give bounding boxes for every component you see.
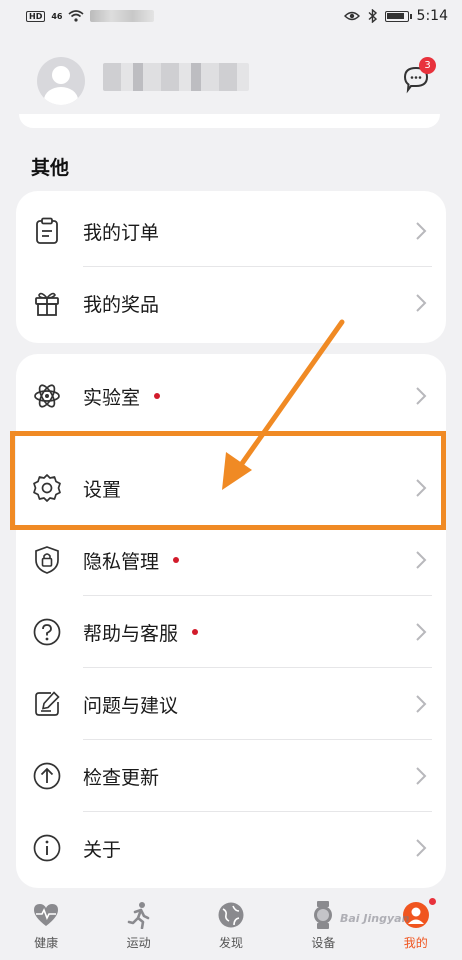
menu-item-lab[interactable]: 实验室 bbox=[16, 360, 446, 432]
nav-label: 我的 bbox=[403, 936, 428, 950]
health-icon bbox=[31, 900, 61, 930]
new-dot-indicator bbox=[154, 393, 161, 399]
running-icon bbox=[124, 900, 154, 930]
nav-label: 健康 bbox=[34, 936, 59, 950]
clock: 5:14 bbox=[416, 8, 448, 24]
menu-item-prizes[interactable]: 我的奖品 bbox=[16, 267, 446, 339]
bluetooth-icon bbox=[368, 9, 377, 23]
gift-icon bbox=[31, 287, 63, 319]
nav-tab-discover[interactable]: 发现 bbox=[186, 892, 276, 960]
new-dot-indicator bbox=[173, 557, 180, 563]
watch-icon bbox=[308, 900, 338, 930]
menu-card-orders: 我的订单 我的奖品 bbox=[16, 191, 446, 343]
menu-item-label: 隐私管理 bbox=[83, 547, 180, 574]
menu-item-privacy[interactable]: 隐私管理 bbox=[16, 524, 446, 596]
profile-header[interactable] bbox=[0, 48, 462, 118]
chevron-right-icon bbox=[416, 839, 427, 857]
menu-item-label: 实验室 bbox=[83, 383, 161, 410]
signal-icon: 46 bbox=[51, 11, 63, 21]
menu-item-help[interactable]: 帮助与客服 bbox=[16, 596, 446, 668]
message-badge: 3 bbox=[419, 57, 436, 74]
menu-item-label: 我的订单 bbox=[83, 221, 160, 244]
nav-tab-devices[interactable]: 设备 bbox=[278, 892, 368, 960]
chevron-right-icon bbox=[416, 387, 427, 405]
menu-item-label: 检查更新 bbox=[83, 766, 160, 789]
chevron-right-icon bbox=[416, 294, 427, 312]
menu-item-label: 帮助与客服 bbox=[83, 619, 199, 646]
eye-icon bbox=[343, 11, 360, 21]
help-icon bbox=[31, 616, 63, 648]
privacy-lock-icon bbox=[31, 544, 63, 576]
avatar[interactable] bbox=[37, 57, 85, 105]
discover-icon bbox=[216, 900, 246, 930]
section-title: 其他 bbox=[31, 157, 70, 179]
menu-item-feedback[interactable]: 问题与建议 bbox=[16, 668, 446, 740]
menu-item-update[interactable]: 检查更新 bbox=[16, 740, 446, 812]
menu-item-label: 问题与建议 bbox=[83, 694, 179, 717]
nav-label: 运动 bbox=[126, 936, 151, 950]
hd-indicator: HD bbox=[26, 10, 46, 22]
battery-icon bbox=[384, 10, 412, 22]
username-blurred[interactable] bbox=[103, 63, 249, 91]
status-bar: HD 46 5:14 bbox=[0, 0, 462, 32]
info-icon bbox=[31, 832, 63, 864]
menu-item-orders[interactable]: 我的订单 bbox=[16, 195, 446, 267]
nav-tab-sport[interactable]: 运动 bbox=[94, 892, 184, 960]
update-icon bbox=[31, 760, 63, 792]
chevron-right-icon bbox=[416, 222, 427, 240]
nav-label: 发现 bbox=[218, 936, 243, 950]
clipboard-icon bbox=[31, 215, 63, 247]
menu-item-about[interactable]: 关于 bbox=[16, 812, 446, 884]
chevron-right-icon bbox=[416, 623, 427, 641]
new-dot-indicator bbox=[192, 629, 199, 635]
nav-tab-health[interactable]: 健康 bbox=[1, 892, 91, 960]
carrier-blurred bbox=[90, 10, 155, 22]
wifi-icon bbox=[68, 10, 85, 22]
notification-dot bbox=[428, 898, 436, 905]
nav-label: 设备 bbox=[311, 936, 336, 950]
nav-tab-me[interactable]: 我的 bbox=[371, 892, 461, 960]
bottom-nav: 健康 运动 发现 设备 我的 bbox=[0, 892, 462, 960]
watermark: Bai Jingyan bbox=[340, 912, 410, 925]
profile-card-edge bbox=[19, 114, 440, 128]
feedback-icon bbox=[31, 688, 63, 720]
atom-icon bbox=[31, 380, 63, 412]
chevron-right-icon bbox=[416, 551, 427, 569]
highlight-box bbox=[10, 431, 446, 530]
menu-item-label: 我的奖品 bbox=[83, 293, 160, 316]
chevron-right-icon bbox=[416, 695, 427, 713]
menu-item-label: 关于 bbox=[83, 838, 122, 861]
chevron-right-icon bbox=[416, 767, 427, 785]
